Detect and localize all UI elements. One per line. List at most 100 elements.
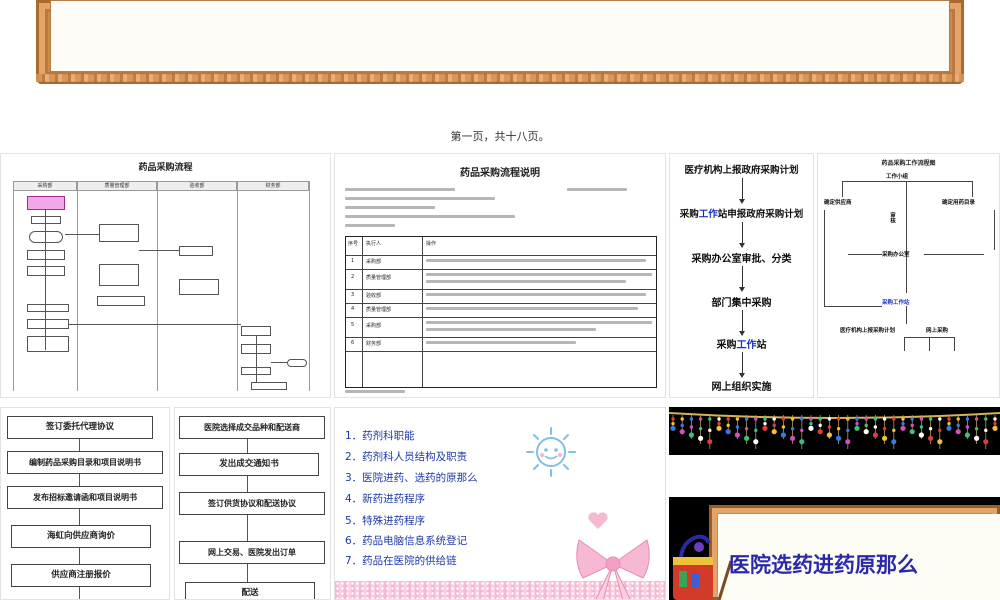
thumbnail-bead-decoration[interactable] xyxy=(669,407,1000,455)
bead xyxy=(707,439,713,445)
bead xyxy=(753,439,759,445)
bead xyxy=(680,417,684,421)
bead xyxy=(855,421,859,426)
bead xyxy=(901,417,905,421)
bead xyxy=(938,428,942,433)
bead xyxy=(826,432,832,438)
flow-decision xyxy=(29,231,63,243)
text-line xyxy=(345,206,435,209)
thumb-title: 药品采购流程 xyxy=(138,163,193,173)
bead xyxy=(689,417,694,421)
bead xyxy=(992,425,998,431)
bead xyxy=(744,426,749,431)
bead xyxy=(965,425,970,429)
bead xyxy=(762,425,768,431)
bead xyxy=(726,423,730,428)
arrow-down-icon xyxy=(79,548,80,564)
bead xyxy=(872,432,878,438)
bead xyxy=(818,417,822,421)
flow-step: 部门集中采购 xyxy=(711,298,772,309)
bead xyxy=(846,428,850,433)
sun-icon xyxy=(526,427,576,477)
bead xyxy=(983,439,989,445)
list-item: 5．特殊进药程序 xyxy=(345,515,426,527)
thumbnail-contents-list[interactable]: 1．药剂科职能 2．药剂科人员结构及职责 3．医院进药、选药的原那么 4．新药进… xyxy=(334,407,666,600)
bead xyxy=(781,417,786,421)
lane-header: 验收部 xyxy=(157,181,237,191)
bead xyxy=(735,425,740,429)
procedure-step: 医院选择成交品种和配送商 xyxy=(179,416,325,439)
slide-paper xyxy=(50,0,950,72)
thumbnail-drug-selection-slide[interactable]: 医院选药进药原那么 xyxy=(669,497,1000,600)
thumbnail-government-procurement-flow[interactable]: 医疗机构上报政府采购计划 采购工作站申报政府采购计划 采购办公室审批、分类 部门… xyxy=(669,153,814,398)
bead xyxy=(800,428,804,433)
lane-divider xyxy=(13,181,14,391)
slide-title: 医院选药进药原那么 xyxy=(729,552,918,577)
bead xyxy=(956,423,960,428)
bead xyxy=(855,417,859,421)
list-item: 7．药品在医院的供给链 xyxy=(345,555,457,567)
thumbnail-procedure-steps-a[interactable]: 签订委托代理协议 编制药品采购目录和项目说明书 发布招标邀请函和项目说明书 海虹… xyxy=(0,407,170,600)
flow-box xyxy=(27,266,65,276)
bead xyxy=(734,432,740,438)
thumbnail-purchase-explanation[interactable]: 药品采购流程说明 序号 执行人 操作 1 采购部 2 质量管理部 3 验收部 4… xyxy=(334,153,666,398)
paint-bucket-icon xyxy=(673,534,733,600)
flow-box xyxy=(27,336,69,352)
table-cell: 3 xyxy=(351,292,355,298)
bead xyxy=(984,417,988,421)
flow-box xyxy=(31,216,61,224)
bead xyxy=(882,435,888,441)
page-caption: 第一页，共十八页。 xyxy=(450,130,550,143)
arrow-down-icon xyxy=(739,310,745,336)
flow-step: 采购工作站 xyxy=(716,340,767,351)
bead xyxy=(818,423,822,428)
table-cell: 财务部 xyxy=(366,341,382,347)
bead xyxy=(708,417,712,421)
bead xyxy=(688,432,694,438)
flow-end xyxy=(287,359,307,367)
bead xyxy=(910,423,914,428)
flow-box xyxy=(99,224,139,242)
thumbnail-purchase-flowchart[interactable]: 药品采购流程 采购部 质量管理部 验收部 财务部 xyxy=(0,153,331,398)
bead xyxy=(698,426,703,431)
procedure-step: 配送 xyxy=(185,582,315,599)
bead xyxy=(671,421,675,426)
thumbnail-procurement-org-chart[interactable]: 药品采购工作流程图 工作小组 确定供应商 确定用药目录 审核 采购办公室 采购工… xyxy=(817,153,1000,398)
thumbnail-procedure-steps-b[interactable]: 医院选择成交品种和配送商 发出成交通知书 签订供货协议和配送协议 网上交易、医院… xyxy=(174,407,331,600)
table-cell: 质量管理部 xyxy=(366,275,392,281)
bead xyxy=(974,435,980,441)
bead xyxy=(817,429,823,435)
lane-header: 财务部 xyxy=(237,181,309,191)
bead xyxy=(909,429,915,435)
arrow-down-icon xyxy=(79,474,80,486)
lane-header: 质量管理部 xyxy=(77,181,157,191)
bead xyxy=(974,417,979,421)
bead xyxy=(964,432,970,438)
bead xyxy=(726,417,730,421)
flow-box xyxy=(179,279,219,295)
procedure-step: 签订委托代理协议 xyxy=(7,416,153,439)
bead xyxy=(965,417,970,421)
bead xyxy=(717,417,721,421)
bead xyxy=(780,432,786,438)
flow-connector xyxy=(256,336,257,382)
org-label: 确定供应商 xyxy=(824,200,852,206)
bead xyxy=(754,428,758,433)
bead xyxy=(670,425,676,431)
arrow-down-icon xyxy=(79,587,80,599)
bead xyxy=(772,417,776,421)
bead xyxy=(671,417,675,421)
previous-slide-frame xyxy=(36,0,964,84)
bead xyxy=(790,435,796,441)
org-label: 采购工作站 xyxy=(882,300,910,306)
table-cell: 验收部 xyxy=(366,293,382,299)
arrow-down-icon xyxy=(79,439,80,451)
flow-step: 医疗机构上报政府采购计划 xyxy=(684,165,799,176)
bead xyxy=(827,425,832,429)
bead xyxy=(938,417,942,421)
bead xyxy=(956,417,960,421)
flow-connector xyxy=(139,250,179,251)
arrow-down-icon xyxy=(247,515,248,541)
arrow-down-icon xyxy=(739,352,745,378)
bead xyxy=(882,417,887,421)
